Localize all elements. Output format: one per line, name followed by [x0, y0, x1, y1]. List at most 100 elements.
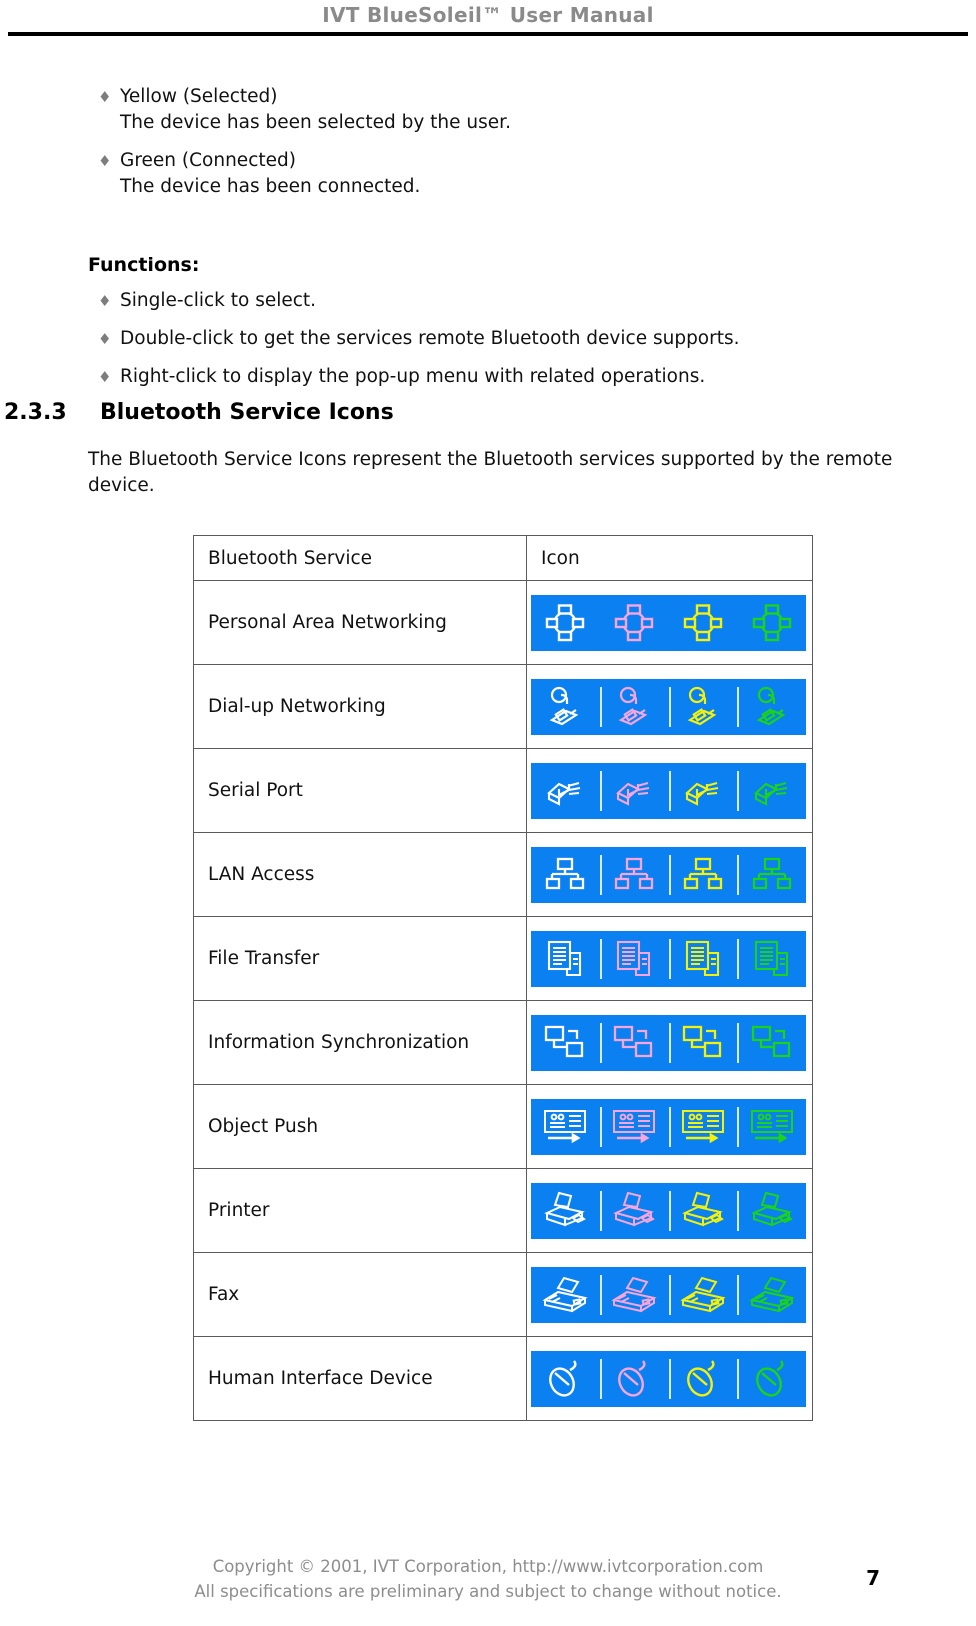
bullet-line-primary: Double-click to get the services remote … — [120, 328, 740, 349]
service-icon-cell — [526, 916, 813, 1001]
diamond-bullet-icon: ♦ — [98, 368, 112, 386]
icon-strip-pan — [531, 594, 806, 651]
service-name: LAN Access — [193, 832, 527, 917]
bluetooth-service-table: Bluetooth Service Icon Personal Area Net… — [193, 535, 813, 1421]
mouse-icon — [599, 1351, 669, 1407]
service-icon-cell — [526, 1336, 813, 1421]
pan-icon — [669, 595, 738, 651]
serial-port-icon — [599, 763, 669, 819]
bullet-line-secondary: The device has been connected. — [120, 176, 421, 197]
printer-icon — [668, 1183, 738, 1239]
service-name: File Transfer — [193, 916, 527, 1001]
lan-access-icon — [599, 847, 669, 903]
service-icon-cell — [526, 580, 813, 665]
diamond-bullet-icon: ♦ — [98, 330, 112, 348]
icon-strip-fax — [531, 1266, 806, 1323]
copyright-line: Copyright © 2001, IVT Corporation, http:… — [212, 1557, 764, 1576]
file-transfer-icon — [531, 931, 600, 987]
icon-strip-object-push — [531, 1098, 806, 1155]
dialup-icon — [668, 679, 738, 735]
serial-port-icon — [668, 763, 738, 819]
list-item: ♦ Double-click to get the services remot… — [0, 326, 976, 352]
service-icon-cell — [526, 1252, 813, 1337]
service-icon-cell — [526, 1168, 813, 1253]
bullet-line-primary: Single-click to select. — [120, 290, 317, 311]
object-push-icon — [737, 1099, 806, 1155]
service-name: Personal Area Networking — [193, 580, 527, 665]
mouse-icon — [737, 1351, 806, 1407]
dialup-icon — [737, 679, 806, 735]
service-name: Printer — [193, 1168, 527, 1253]
service-icon-cell — [526, 1084, 813, 1169]
fax-icon — [737, 1267, 806, 1323]
page-title: Bluetooth Service Icons — [100, 400, 394, 425]
sync-icon — [668, 1015, 738, 1071]
manual-title: IVT BlueSoleil™ User Manual — [322, 3, 654, 27]
pan-icon — [737, 595, 806, 651]
icon-strip-dialup — [531, 678, 806, 735]
page-footer: Copyright © 2001, IVT Corporation, http:… — [0, 1554, 976, 1604]
section-number: 2.3.3 — [4, 400, 67, 425]
table-row: Information Synchronization — [193, 1000, 813, 1085]
icon-strip-lan-access — [531, 846, 806, 903]
printer-icon — [531, 1183, 600, 1239]
functions-bullet-list: ♦ Single-click to select. ♦ Double-click… — [0, 288, 976, 402]
service-name: Human Interface Device — [193, 1336, 527, 1421]
sync-icon — [599, 1015, 669, 1071]
service-name: Fax — [193, 1252, 527, 1337]
file-transfer-icon — [599, 931, 669, 987]
file-transfer-icon — [668, 931, 738, 987]
dialup-icon — [531, 679, 600, 735]
bullet-line-primary: Right-click to display the pop-up menu w… — [120, 366, 706, 387]
service-name: Information Synchronization — [193, 1000, 527, 1085]
mouse-icon — [531, 1351, 600, 1407]
service-icon-cell — [526, 1000, 813, 1085]
table-row: Object Push — [193, 1084, 813, 1169]
table-row: Fax — [193, 1252, 813, 1337]
pan-icon — [531, 595, 600, 651]
table-row: Printer — [193, 1168, 813, 1253]
table-row: Human Interface Device — [193, 1336, 813, 1421]
column-header-icon-label: Icon — [541, 547, 580, 569]
fax-icon — [531, 1267, 600, 1323]
section-heading: 2.3.3 Bluetooth Service Icons — [4, 398, 964, 428]
status-bullet-list: ♦ Yellow (Selected) The device has been … — [0, 84, 976, 212]
mouse-icon — [668, 1351, 738, 1407]
fax-icon — [599, 1267, 669, 1323]
bullet-line-secondary: The device has been selected by the user… — [120, 112, 511, 133]
printer-icon — [599, 1183, 669, 1239]
service-name: Dial-up Networking — [193, 664, 527, 749]
service-name: Serial Port — [193, 748, 527, 833]
table-row: LAN Access — [193, 832, 813, 917]
functions-label: Functions: — [88, 254, 200, 276]
service-name: Object Push — [193, 1084, 527, 1169]
object-push-icon — [531, 1099, 600, 1155]
disclaimer-line: All specifications are preliminary and s… — [194, 1582, 782, 1601]
object-push-icon — [599, 1099, 669, 1155]
pan-icon — [600, 595, 669, 651]
bullet-line-primary: Yellow (Selected) — [120, 86, 278, 107]
table-row: Serial Port — [193, 748, 813, 833]
service-icon-cell — [526, 748, 813, 833]
page-header: IVT BlueSoleil™ User Manual — [0, 0, 976, 28]
table-row: File Transfer — [193, 916, 813, 1001]
dialup-icon — [599, 679, 669, 735]
list-item: ♦ Right-click to display the pop-up menu… — [0, 364, 976, 390]
list-item: ♦ Single-click to select. — [0, 288, 976, 314]
object-push-icon — [668, 1099, 738, 1155]
bullet-line-primary: Green (Connected) — [120, 150, 296, 171]
service-icon-cell — [526, 664, 813, 749]
icon-strip-serial-port — [531, 762, 806, 819]
printer-icon — [737, 1183, 806, 1239]
diamond-bullet-icon: ♦ — [98, 152, 112, 170]
header-rule — [8, 32, 968, 36]
service-icon-cell — [526, 832, 813, 917]
fax-icon — [668, 1267, 738, 1323]
diamond-bullet-icon: ♦ — [98, 292, 112, 310]
sync-icon — [531, 1015, 600, 1071]
diamond-bullet-icon: ♦ — [98, 88, 112, 106]
column-header-icon: Icon — [526, 535, 813, 581]
section-paragraph: The Bluetooth Service Icons represent th… — [88, 449, 893, 496]
serial-port-icon — [737, 763, 806, 819]
file-transfer-icon — [737, 931, 806, 987]
